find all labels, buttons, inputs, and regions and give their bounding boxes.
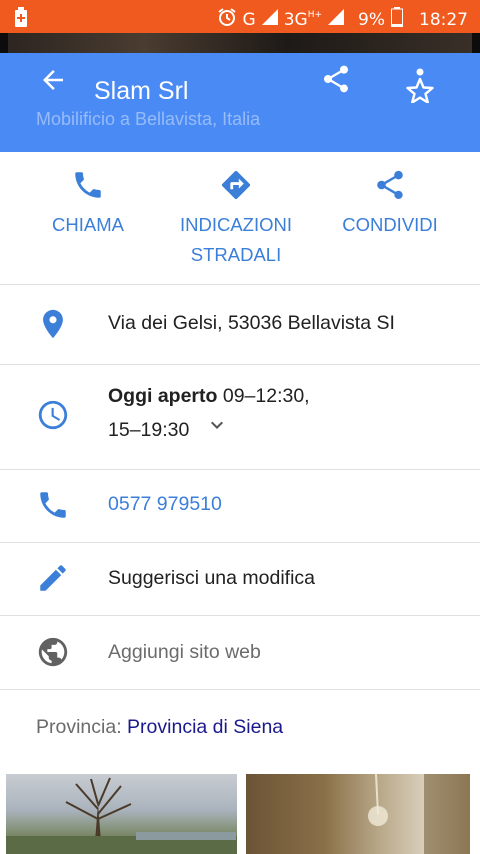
add-website-text: Aggiungi sito web — [108, 641, 261, 663]
clock-icon — [36, 398, 70, 437]
phone-number[interactable]: 0577 979510 — [108, 493, 222, 516]
share-button[interactable]: CONDIVIDI — [335, 168, 445, 240]
hours-row[interactable]: Oggi aperto 09–12:30, 15–19:30 — [0, 365, 480, 470]
phone-icon — [36, 488, 70, 527]
network-3g-label: 3G — [283, 9, 308, 30]
photo-thumbnail-interior[interactable] — [246, 774, 470, 854]
clock: 18:27 — [419, 9, 468, 30]
chevron-down-icon[interactable] — [205, 413, 229, 448]
call-button-label: CHIAMA — [52, 214, 124, 235]
hours-morning: 09–12:30, — [222, 385, 310, 407]
battery-low-icon — [391, 7, 403, 32]
add-website-row[interactable]: Aggiungi sito web — [0, 616, 480, 690]
place-photo-strip[interactable] — [0, 33, 480, 53]
location-pin-icon — [36, 307, 70, 346]
battery-percent: 9% — [358, 9, 385, 30]
share-icon — [335, 168, 445, 206]
interior-illustration — [368, 774, 470, 854]
provincia-link[interactable]: Provincia di Siena — [127, 716, 283, 738]
directions-button[interactable]: INDICAZIONI STRADALI — [166, 168, 306, 270]
directions-button-label: INDICAZIONI — [179, 214, 293, 235]
address-text: Via dei Gelsi, 53036 Bellavista SI — [108, 312, 395, 334]
call-button[interactable]: CHIAMA — [38, 168, 138, 240]
provincia-label: Provincia: — [36, 716, 122, 738]
place-title: Slam Srl — [94, 77, 189, 105]
hours-status: Oggi aperto — [108, 385, 218, 407]
action-bar: CHIAMA INDICAZIONI STRADALI CONDIVIDI — [0, 152, 480, 285]
alarm-icon — [217, 7, 237, 32]
place-header: Slam Srl Mobilificio a Bellavista, Itali… — [0, 53, 480, 152]
directions-button-label-line2: STRADALI — [190, 244, 282, 265]
network-g-label: G — [242, 9, 256, 30]
battery-charging-icon — [14, 7, 28, 32]
status-bar: G 3GH+ 9% 18:27 — [0, 0, 480, 33]
tree-illustration — [6, 777, 237, 854]
suggest-edit-text: Suggerisci una modifica — [108, 567, 316, 589]
phone-row[interactable]: 0577 979510 — [0, 470, 480, 543]
share-icon[interactable] — [320, 63, 352, 100]
network-hplus-label: H+ — [307, 9, 323, 20]
globe-icon — [36, 635, 70, 674]
directions-icon — [166, 168, 306, 206]
photo-thumbnail-exterior[interactable] — [6, 774, 237, 854]
address-row[interactable]: Via dei Gelsi, 53036 Bellavista SI — [0, 285, 480, 365]
hours-text: Oggi aperto 09–12:30, 15–19:30 — [108, 379, 310, 448]
phone-icon — [38, 168, 138, 206]
suggest-edit-row[interactable]: Suggerisci una modifica — [0, 543, 480, 616]
signal-icon — [261, 9, 278, 30]
share-button-label: CONDIVIDI — [342, 214, 438, 235]
signal-icon-2 — [328, 9, 345, 30]
pencil-icon — [36, 561, 70, 600]
hours-afternoon: 15–19:30 — [108, 419, 190, 441]
place-subtitle: Mobilificio a Bellavista, Italia — [36, 109, 261, 129]
save-star-icon[interactable] — [404, 67, 436, 108]
back-arrow-icon[interactable] — [38, 65, 68, 100]
provincia-line: Provincia: Provincia di Siena — [36, 716, 283, 739]
